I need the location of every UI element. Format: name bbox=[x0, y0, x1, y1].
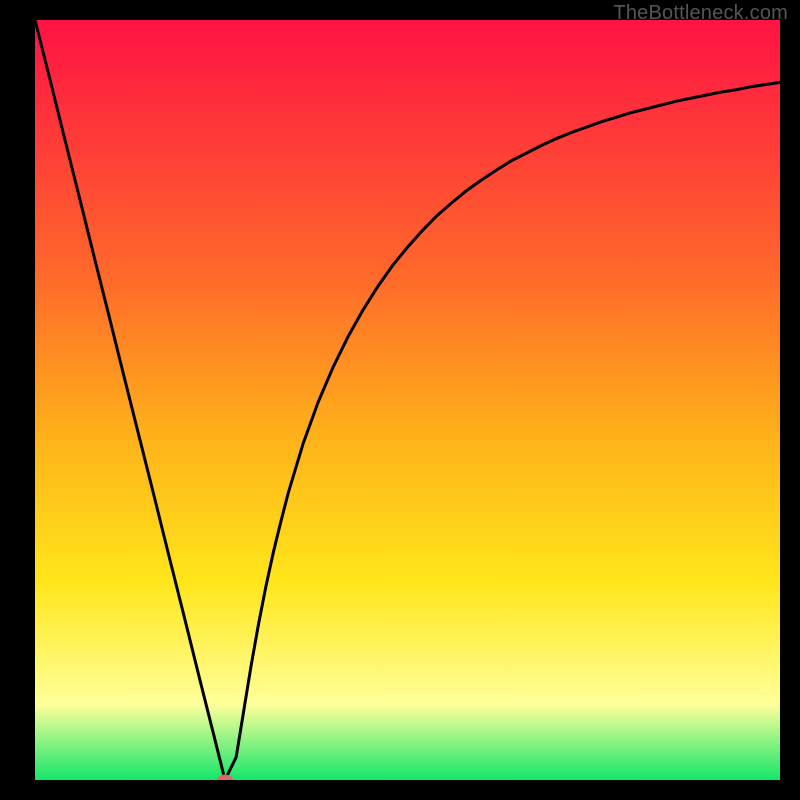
chart-frame: TheBottleneck.com bbox=[0, 0, 800, 800]
plot-area bbox=[35, 20, 780, 780]
plot-svg bbox=[35, 20, 780, 780]
gradient-background bbox=[35, 20, 780, 780]
